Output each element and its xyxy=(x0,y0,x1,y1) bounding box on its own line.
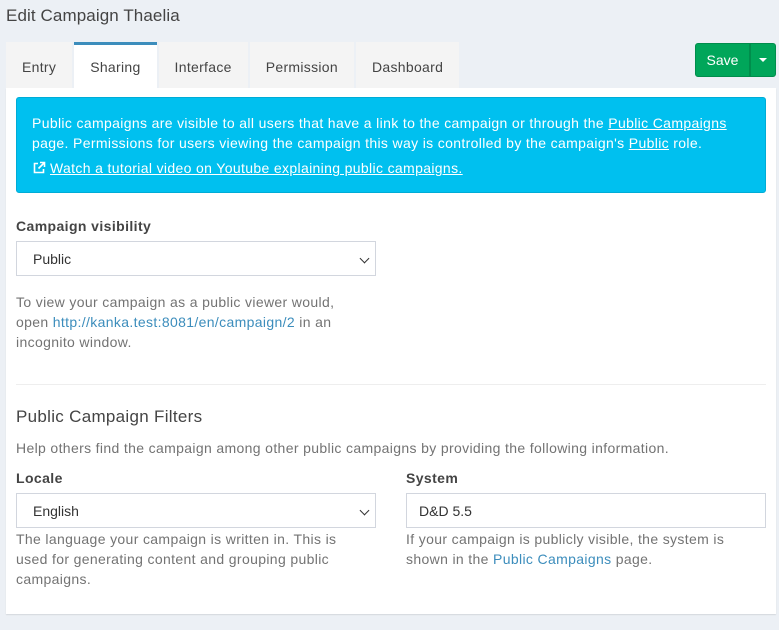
chevron-down-icon xyxy=(359,505,370,516)
help-text: campaigns. xyxy=(16,571,92,587)
select-value: Public xyxy=(33,250,72,267)
callout-text: Public campaigns are visible to all user… xyxy=(32,115,609,131)
public-campaigns-callout: Public campaigns are visible to all user… xyxy=(16,97,766,193)
tab-bar: Entry Sharing Interface Permission Dashb… xyxy=(6,42,461,88)
system-help: If your campaign is publicly visible, th… xyxy=(406,529,771,569)
external-link-icon xyxy=(33,161,46,174)
callout-line-2: page. Permissions for users viewing the … xyxy=(32,133,750,153)
save-button-group: Save xyxy=(695,43,776,77)
tab-label: Sharing xyxy=(90,58,141,75)
filters-description: Help others find the campaign among othe… xyxy=(16,440,669,456)
tutorial-video-link[interactable]: Watch a tutorial video on Youtube explai… xyxy=(50,158,463,178)
callout-text: page. Permissions for users viewing the … xyxy=(32,135,629,151)
tab-label: Permission xyxy=(265,58,338,75)
sharing-panel: Public campaigns are visible to all user… xyxy=(6,88,776,614)
tab-sharing[interactable]: Sharing xyxy=(74,42,157,88)
locale-label: Locale xyxy=(16,470,63,486)
public-campaigns-link[interactable]: Public Campaigns xyxy=(608,115,726,131)
locale-help: The language your campaign is written in… xyxy=(16,529,386,589)
chevron-down-icon xyxy=(359,253,370,264)
campaign-visibility-label: Campaign visibility xyxy=(16,218,152,234)
save-options-dropdown-button[interactable] xyxy=(750,43,776,77)
help-text: incognito window. xyxy=(16,334,132,350)
page-title: Edit Campaign Thaelia xyxy=(6,6,180,25)
caret-down-icon xyxy=(759,58,767,62)
help-text: used for generating content and grouping… xyxy=(16,551,329,567)
filters-section-title: Public Campaign Filters xyxy=(16,407,203,426)
help-text: To view your campaign as a public viewer… xyxy=(16,294,335,310)
save-button[interactable]: Save xyxy=(695,43,750,77)
help-text: If your campaign is publicly visible, th… xyxy=(406,531,725,547)
system-label: System xyxy=(406,470,459,486)
callout-text: role. xyxy=(669,135,703,151)
system-input[interactable] xyxy=(406,493,766,528)
divider xyxy=(16,384,766,385)
help-text: open xyxy=(16,314,53,330)
tab-interface[interactable]: Interface xyxy=(158,42,248,88)
help-text: page. xyxy=(611,551,653,567)
tab-label: Entry xyxy=(22,58,57,75)
help-text: The language your campaign is written in… xyxy=(16,531,337,547)
help-text: in an xyxy=(295,314,332,330)
help-text: shown in the xyxy=(406,551,494,567)
public-role-link[interactable]: Public xyxy=(629,135,669,151)
tab-entry[interactable]: Entry xyxy=(6,42,73,88)
public-url-link[interactable]: http://kanka.test:8081/en/campaign/2 xyxy=(53,314,295,330)
tab-label: Interface xyxy=(174,58,232,75)
help-text-line: open http://kanka.test:8081/en/campaign/… xyxy=(16,312,376,332)
help-text-line: shown in the Public Campaigns page. xyxy=(406,549,771,569)
tab-label: Dashboard xyxy=(371,58,444,75)
tab-dashboard[interactable]: Dashboard xyxy=(355,42,460,88)
locale-select[interactable]: English xyxy=(16,493,376,528)
tab-permission[interactable]: Permission xyxy=(249,42,354,88)
public-campaigns-page-link[interactable]: Public Campaigns xyxy=(493,551,611,567)
callout-line-3: Watch a tutorial video on Youtube explai… xyxy=(32,158,750,178)
callout-line-1: Public campaigns are visible to all user… xyxy=(32,113,750,133)
visibility-help: To view your campaign as a public viewer… xyxy=(16,292,376,352)
campaign-visibility-select[interactable]: Public xyxy=(16,241,376,276)
select-value: English xyxy=(33,502,79,519)
